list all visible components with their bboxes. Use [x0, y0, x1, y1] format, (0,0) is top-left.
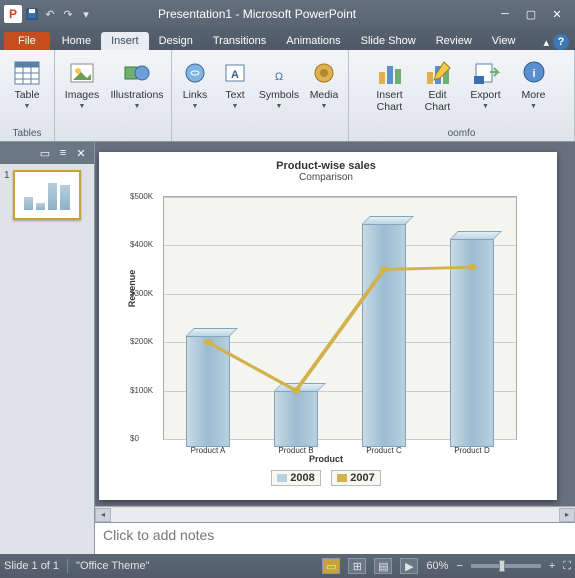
scroll-right-button[interactable]: ▸: [559, 508, 575, 522]
edit-chart-button[interactable]: Edit Chart: [414, 52, 462, 127]
theme-indicator: "Office Theme": [76, 560, 149, 572]
slides-tab-icon[interactable]: ▭: [36, 145, 54, 161]
tab-home[interactable]: Home: [52, 32, 101, 50]
slideshow-view-button[interactable]: ▶: [400, 558, 418, 574]
images-button[interactable]: Images▼: [58, 52, 106, 127]
zoom-in-button[interactable]: +: [549, 560, 555, 572]
slide-indicator: Slide 1 of 1: [4, 560, 59, 572]
tab-review[interactable]: Review: [426, 32, 482, 50]
text-button[interactable]: A Text▼: [215, 52, 255, 127]
zoom-level[interactable]: 60%: [426, 560, 448, 572]
group-label-tables: Tables: [3, 127, 51, 141]
save-icon[interactable]: [24, 6, 40, 22]
group-label-oomfo: oomfo: [352, 127, 571, 141]
bar-chart-edit-icon: [423, 58, 453, 88]
links-button[interactable]: Links▼: [175, 52, 215, 127]
tab-view[interactable]: View: [482, 32, 526, 50]
symbols-button[interactable]: Ω Symbols▼: [255, 52, 303, 127]
sorter-view-button[interactable]: ⊞: [348, 558, 366, 574]
tab-insert[interactable]: Insert: [101, 32, 149, 50]
reading-view-button[interactable]: ▤: [374, 558, 392, 574]
powerpoint-logo-icon: P: [4, 5, 22, 23]
maximize-button[interactable]: ▢: [521, 6, 541, 22]
shapes-icon: [122, 58, 152, 88]
chart-plot-area: $0$100K$200K$300K$400K$500KProduct AProd…: [163, 196, 517, 440]
chart-subtitle: Comparison: [125, 172, 527, 183]
table-icon: [12, 58, 42, 88]
minimize-ribbon-icon[interactable]: ▴: [543, 36, 549, 49]
qat-customize-icon[interactable]: ▾: [78, 6, 94, 22]
slide-thumbnail-1[interactable]: 1: [4, 170, 90, 220]
scroll-left-button[interactable]: ◂: [95, 508, 111, 522]
tab-design[interactable]: Design: [149, 32, 203, 50]
export-icon: [471, 58, 501, 88]
chart-x-axis-label: Product: [125, 454, 527, 464]
minimize-button[interactable]: ─: [495, 6, 515, 22]
media-button[interactable]: Media▼: [303, 52, 345, 127]
close-button[interactable]: ✕: [547, 6, 567, 22]
help-button[interactable]: ?: [553, 34, 569, 50]
redo-icon[interactable]: ↷: [60, 6, 76, 22]
undo-icon[interactable]: ↶: [42, 6, 58, 22]
insert-chart-button[interactable]: Insert Chart: [366, 52, 414, 127]
file-tab[interactable]: File: [4, 32, 50, 50]
tab-transitions[interactable]: Transitions: [203, 32, 276, 50]
zoom-out-button[interactable]: −: [456, 560, 462, 572]
chart[interactable]: Product-wise sales Comparison Revenue $0…: [125, 160, 527, 492]
window-title: Presentation1 - Microsoft PowerPoint: [98, 7, 487, 21]
text-icon: A: [220, 58, 250, 88]
media-icon: [309, 58, 339, 88]
status-bar: Slide 1 of 1 "Office Theme" ▭ ⊞ ▤ ▶ 60% …: [0, 554, 575, 578]
svg-text:A: A: [231, 69, 239, 81]
slide-canvas[interactable]: Product-wise sales Comparison Revenue $0…: [99, 152, 557, 500]
chart-title: Product-wise sales: [125, 160, 527, 172]
horizontal-scrollbar[interactable]: ◂ ▸: [95, 506, 575, 522]
export-button[interactable]: Export▼: [462, 52, 510, 127]
more-button[interactable]: i More▼: [510, 52, 558, 127]
fit-to-window-button[interactable]: ⛶: [563, 560, 571, 573]
svg-text:i: i: [532, 68, 535, 80]
table-button[interactable]: Table▼: [3, 52, 51, 127]
ribbon-tab-bar: File Home Insert Design Transitions Anim…: [0, 28, 575, 50]
chart-legend: 2008 2007: [125, 470, 527, 486]
normal-view-button[interactable]: ▭: [322, 558, 340, 574]
illustrations-button[interactable]: Illustrations▼: [106, 52, 168, 127]
more-icon: i: [519, 58, 549, 88]
omega-icon: Ω: [264, 58, 294, 88]
close-panel-icon[interactable]: ✕: [72, 145, 90, 161]
outline-tab-icon[interactable]: ≡: [54, 145, 72, 161]
svg-text:Ω: Ω: [275, 71, 283, 83]
slide-thumbnail-panel: ▭ ≡ ✕ 1: [0, 142, 95, 554]
tab-animations[interactable]: Animations: [276, 32, 350, 50]
notes-pane[interactable]: Click to add notes: [95, 522, 575, 554]
link-icon: [180, 58, 210, 88]
ribbon: Table▼ Tables Images▼ Illustrations▼ Lin…: [0, 50, 575, 142]
bar-chart-icon: [375, 58, 405, 88]
image-icon: [67, 58, 97, 88]
zoom-slider[interactable]: [471, 564, 541, 568]
tab-slide-show[interactable]: Slide Show: [351, 32, 426, 50]
